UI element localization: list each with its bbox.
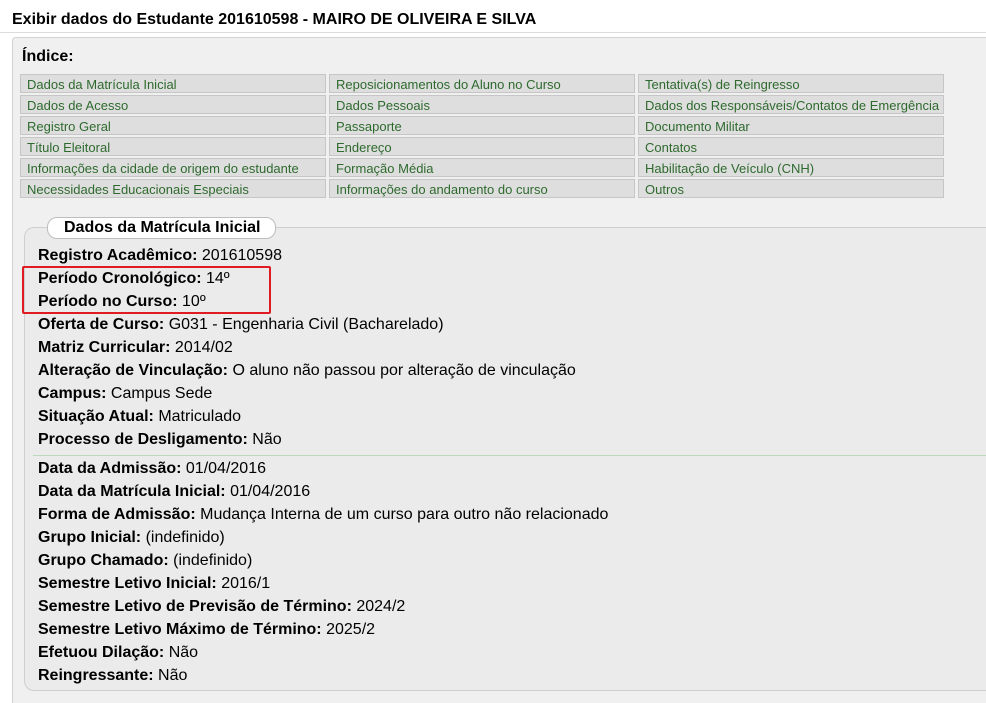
index-link-reingresso[interactable]: Tentativa(s) de Reingresso — [638, 74, 944, 93]
index-link-reposicionamentos[interactable]: Reposicionamentos do Aluno no Curso — [329, 74, 635, 93]
index-link-contatos[interactable]: Contatos — [638, 137, 944, 156]
field-reingressante: Reingressante: Não — [38, 666, 187, 686]
field-data-admissao: Data da Admissão: 01/04/2016 — [38, 459, 266, 479]
field-value: Não — [158, 667, 188, 684]
field-label: Alteração de Vinculação: — [38, 362, 228, 379]
field-label: Semestre Letivo Inicial: — [38, 575, 217, 592]
field-label: Situação Atual: — [38, 408, 154, 425]
field-forma-admissao: Forma de Admissão: Mudança Interna de um… — [38, 505, 608, 525]
section-divider — [33, 455, 986, 456]
field-grupo-chamado: Grupo Chamado: (indefinido) — [38, 551, 252, 571]
field-campus: Campus: Campus Sede — [38, 384, 212, 404]
field-value: 2024/2 — [356, 598, 406, 615]
field-value: 01/04/2016 — [185, 460, 266, 477]
index-link-cidade-origem[interactable]: Informações da cidade de origem do estud… — [20, 158, 326, 177]
index-link-registro-geral[interactable]: Registro Geral — [20, 116, 326, 135]
index-title: Índice: — [22, 48, 74, 65]
field-semestre-inicial: Semestre Letivo Inicial: 2016/1 — [38, 574, 270, 594]
field-data-matricula-inicial: Data da Matrícula Inicial: 01/04/2016 — [38, 482, 310, 502]
field-label: Matriz Curricular: — [38, 339, 171, 356]
highlight-box — [22, 266, 271, 314]
field-label: Efetuou Dilação: — [38, 644, 165, 661]
field-label: Registro Acadêmico: — [38, 247, 198, 264]
field-value: 01/04/2016 — [230, 483, 311, 500]
index-link-formacao-media[interactable]: Formação Média — [329, 158, 635, 177]
field-value: 2014/02 — [174, 339, 233, 356]
field-value: Não — [168, 644, 199, 661]
field-value: 2016/1 — [221, 575, 271, 592]
field-label: Semestre Letivo Máximo de Término: — [38, 621, 322, 638]
field-value: 2025/2 — [326, 621, 376, 638]
index-link-outros[interactable]: Outros — [638, 179, 944, 198]
index-link-matricula-inicial[interactable]: Dados da Matrícula Inicial — [20, 74, 326, 93]
index-link-cnh[interactable]: Habilitação de Veículo (CNH) — [638, 158, 944, 177]
field-semestre-maximo-termino: Semestre Letivo Máximo de Término: 2025/… — [38, 620, 375, 640]
field-grupo-inicial: Grupo Inicial: (indefinido) — [38, 528, 225, 548]
field-oferta-curso: Oferta de Curso: G031 - Engenharia Civil… — [38, 315, 444, 335]
field-label: Oferta de Curso: — [38, 316, 165, 333]
field-label: Grupo Chamado: — [38, 552, 169, 569]
field-value: (indefinido) — [145, 529, 225, 546]
field-value: Mudança Interna de um curso para outro n… — [200, 506, 609, 523]
field-label: Data da Matrícula Inicial: — [38, 483, 226, 500]
field-alteracao-vinculacao: Alteração de Vinculação: O aluno não pas… — [38, 361, 576, 381]
field-value: Campus Sede — [110, 385, 213, 402]
field-label: Data da Admissão: — [38, 460, 182, 477]
field-value: Matriculado — [158, 408, 242, 425]
field-efetuou-dilacao: Efetuou Dilação: Não — [38, 643, 198, 663]
field-label: Reingressante: — [38, 667, 154, 684]
index-link-endereco[interactable]: Endereço — [329, 137, 635, 156]
index-link-titulo-eleitoral[interactable]: Título Eleitoral — [20, 137, 326, 156]
index-link-necessidades-especiais[interactable]: Necessidades Educacionais Especiais — [20, 179, 326, 198]
field-registro-academico: Registro Acadêmico: 201610598 — [38, 246, 282, 266]
field-value: Não — [252, 431, 282, 448]
field-value: O aluno não passou por alteração de vinc… — [232, 362, 576, 379]
field-matriz-curricular: Matriz Curricular: 2014/02 — [38, 338, 233, 358]
index-link-andamento-curso[interactable]: Informações do andamento do curso — [329, 179, 635, 198]
index-link-passaporte[interactable]: Passaporte — [329, 116, 635, 135]
field-situacao-atual: Situação Atual: Matriculado — [38, 407, 241, 427]
field-value: G031 - Engenharia Civil (Bacharelado) — [168, 316, 444, 333]
field-label: Semestre Letivo de Previsão de Término: — [38, 598, 352, 615]
field-value: (indefinido) — [173, 552, 253, 569]
index-link-dados-acesso[interactable]: Dados de Acesso — [20, 95, 326, 114]
field-value: 201610598 — [201, 247, 282, 264]
title-bar: Exibir dados do Estudante 201610598 - MA… — [0, 0, 986, 33]
index-link-responsaveis[interactable]: Dados dos Responsáveis/Contatos de Emerg… — [638, 95, 944, 114]
index-links: Dados da Matrícula Inicial Reposicioname… — [20, 74, 944, 198]
field-semestre-previsao-termino: Semestre Letivo de Previsão de Término: … — [38, 597, 405, 617]
field-label: Forma de Admissão: — [38, 506, 196, 523]
field-label: Processo de Desligamento: — [38, 431, 248, 448]
page-title: Exibir dados do Estudante 201610598 - MA… — [12, 11, 537, 28]
field-processo-desligamento: Processo de Desligamento: Não — [38, 430, 282, 450]
index-link-documento-militar[interactable]: Documento Militar — [638, 116, 944, 135]
section-title: Dados da Matrícula Inicial — [47, 217, 276, 239]
index-link-dados-pessoais[interactable]: Dados Pessoais — [329, 95, 635, 114]
field-label: Campus: — [38, 385, 107, 402]
field-label: Grupo Inicial: — [38, 529, 142, 546]
